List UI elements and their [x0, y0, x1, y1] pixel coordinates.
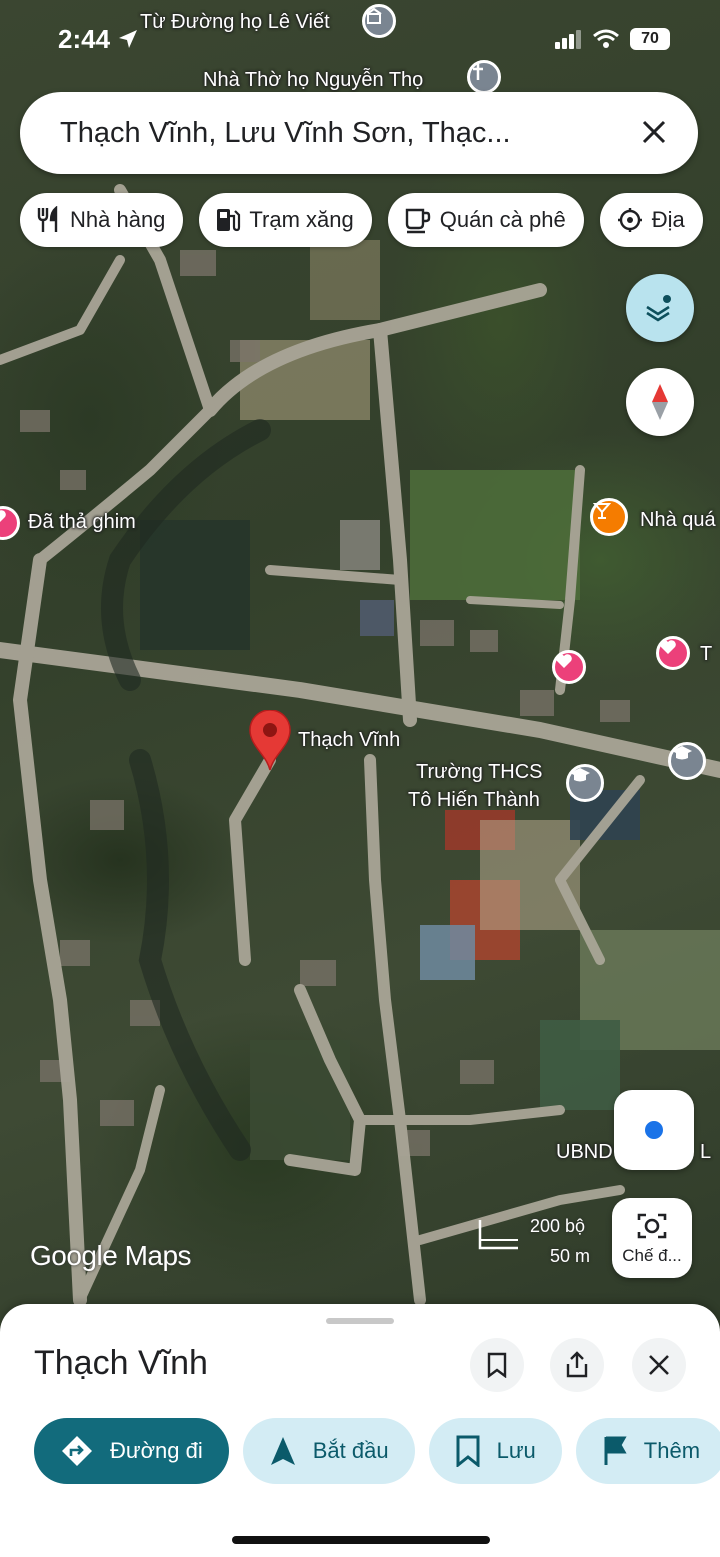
close-icon[interactable] [634, 112, 674, 152]
coffee-cup-icon [405, 208, 430, 234]
chip-coffee[interactable]: Quán cà phê [387, 193, 584, 247]
chip-label: Quán cà phê [439, 207, 566, 232]
start-button[interactable]: Bắt đầu [242, 1418, 415, 1484]
school-label-line1[interactable]: Trường THCS [416, 760, 543, 784]
saved-place-label[interactable]: T [700, 642, 712, 666]
pinned-label[interactable]: Đã thả ghim [28, 510, 136, 534]
cocktail-bar-icon[interactable] [590, 498, 628, 536]
battery-icon: 70 [630, 28, 670, 50]
location-arrow-icon [119, 30, 138, 48]
status-time: 2:44 [58, 24, 139, 55]
status-right: 70 [554, 28, 670, 50]
camera-lens-icon [637, 1213, 667, 1239]
chip-label: Trạm xăng [249, 207, 354, 232]
scale-feet: 200 bộ [530, 1216, 586, 1236]
share-icon [566, 1351, 588, 1378]
pin-label[interactable]: Thạch Vĩnh [298, 728, 400, 752]
fork-knife-icon [37, 206, 58, 232]
place-bottom-sheet[interactable]: Thạch Vĩnh Đường đi Bắt đầu Lưu Thêm [0, 1304, 720, 1557]
school-label-line2[interactable]: Tô Hiến Thành [408, 788, 540, 812]
saved-heart-icon[interactable] [552, 650, 586, 684]
action-label: Đường đi [110, 1438, 203, 1463]
action-buttons: Đường đi Bắt đầu Lưu Thêm [34, 1418, 720, 1484]
landmark-icon [617, 208, 642, 232]
bar-poi-label[interactable]: Nhà quá [640, 508, 716, 532]
close-icon [649, 1355, 669, 1375]
bookmark-icon [456, 1435, 480, 1467]
chip-gas-stations[interactable]: Trạm xăng [199, 193, 372, 247]
poi-label-nha-tho[interactable]: Nhà Thờ họ Nguyễn Thọ [203, 68, 423, 92]
ubnd-label[interactable]: UBND [556, 1140, 613, 1164]
chip-landmarks[interactable]: Địa [599, 193, 703, 247]
category-chips: Nhà hàng Trạm xăng Quán cà phê Địa [20, 193, 703, 247]
lens-mode-label: Chế đ... [622, 1246, 682, 1265]
search-bar[interactable]: Thạch Vĩnh, Lưu Vĩnh Sơn, Thạc... [20, 92, 698, 174]
compass-button[interactable] [626, 368, 694, 436]
navigation-arrow-icon [270, 1437, 295, 1465]
google-maps-logo: Google Maps [30, 1240, 192, 1271]
poi-label-tu-duong[interactable]: Từ Đường họ Lê Viết [140, 10, 330, 34]
church-cross-icon[interactable] [467, 60, 501, 94]
compass-icon [652, 384, 668, 420]
my-location-button[interactable] [614, 1090, 694, 1170]
more-button[interactable]: Thêm [575, 1418, 720, 1484]
save-button[interactable]: Lưu [428, 1418, 562, 1484]
gas-station-icon [217, 209, 241, 232]
share-button[interactable] [550, 1338, 604, 1392]
layers-icon [646, 295, 671, 322]
my-location-icon [641, 1117, 667, 1143]
directions-icon [62, 1436, 92, 1466]
chip-label: Địa [651, 207, 685, 232]
save-icon-button[interactable] [470, 1338, 524, 1392]
chip-restaurants[interactable]: Nhà hàng [20, 193, 184, 247]
place-title: Thạch Vĩnh [34, 1344, 208, 1382]
layers-button[interactable] [626, 274, 694, 342]
school-cap-icon[interactable] [668, 742, 706, 780]
map-scale: 200 bộ 50 m [478, 1214, 598, 1270]
directions-button[interactable]: Đường đi [34, 1418, 229, 1484]
search-query[interactable]: Thạch Vĩnh, Lưu Vĩnh Sơn, Thạc... [60, 117, 511, 150]
sheet-drag-handle[interactable] [326, 1318, 394, 1324]
close-sheet-button[interactable] [632, 1338, 686, 1392]
temple-icon[interactable] [362, 4, 396, 38]
home-indicator[interactable] [232, 1536, 490, 1544]
flag-icon [604, 1436, 627, 1465]
action-label: Bắt đầu [312, 1438, 389, 1463]
chip-label: Nhà hàng [70, 207, 166, 232]
location-pin-icon[interactable] [248, 710, 292, 772]
action-label: Lưu [496, 1438, 536, 1463]
scale-meters: 50 m [550, 1246, 591, 1266]
bookmark-icon [487, 1352, 507, 1378]
wifi-icon [593, 29, 619, 48]
ubnd-label-suffix[interactable]: L [700, 1140, 711, 1164]
signal-icon [555, 30, 581, 49]
action-label: Thêm [643, 1438, 701, 1463]
school-cap-icon[interactable] [566, 764, 604, 802]
lens-mode-button[interactable]: Chế đ... [612, 1198, 692, 1278]
saved-heart-icon[interactable] [656, 636, 690, 670]
